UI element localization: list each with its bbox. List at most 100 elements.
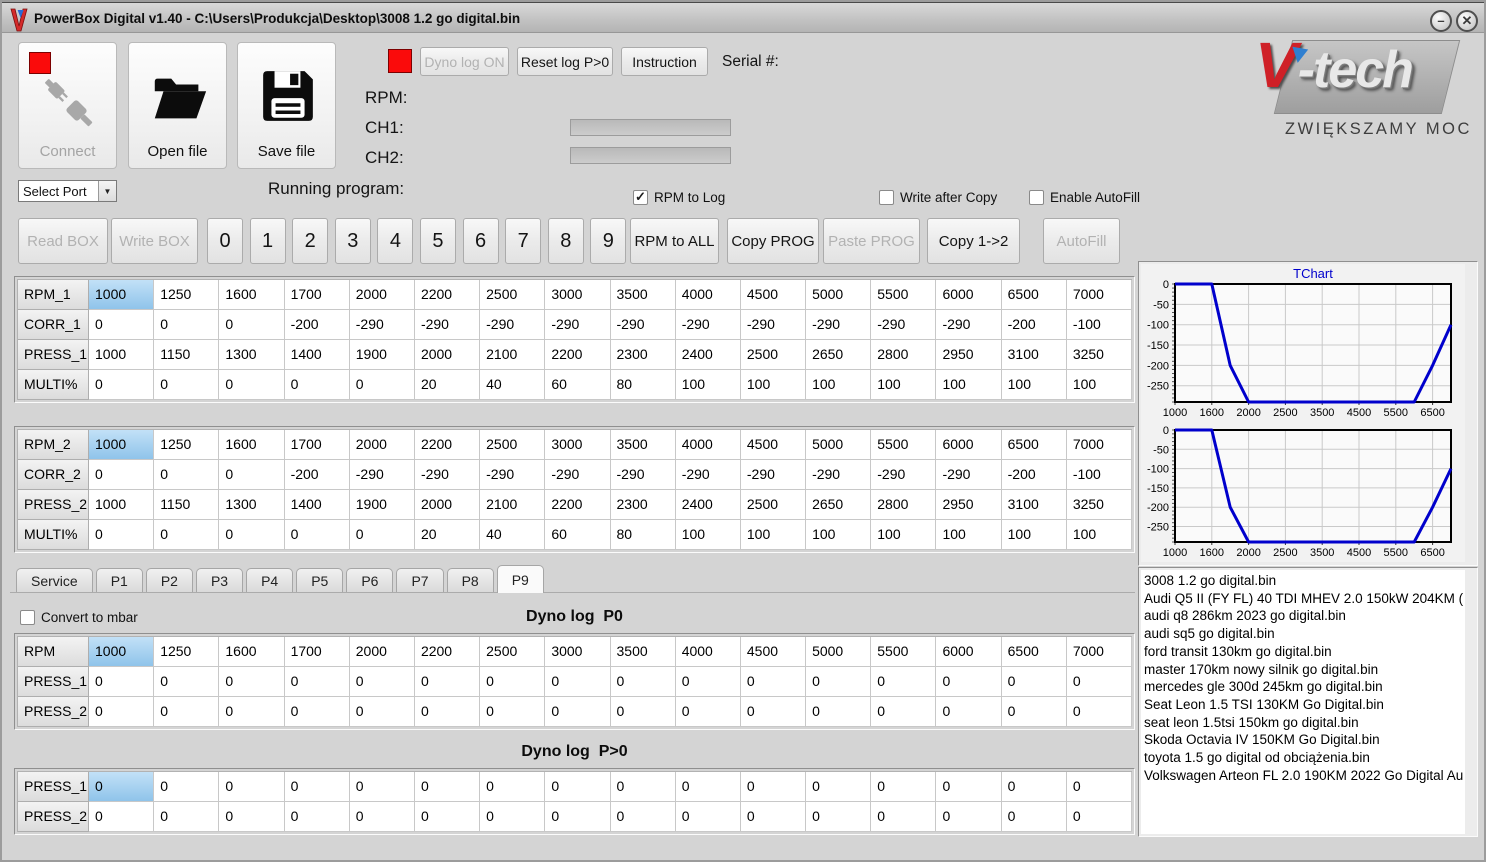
table-cell[interactable]: 0 xyxy=(545,667,611,697)
table-cell[interactable]: 0 xyxy=(1066,667,1132,697)
table-cell[interactable]: 2500 xyxy=(740,490,807,520)
write-box-button[interactable]: Write BOX xyxy=(111,218,198,264)
table-cell[interactable]: 0 xyxy=(1001,802,1067,832)
minimize-button[interactable]: – xyxy=(1430,10,1452,32)
table-cell[interactable]: -200 xyxy=(1001,310,1067,340)
table-cell[interactable]: 0 xyxy=(219,460,285,490)
table-cell[interactable]: 2500 xyxy=(740,340,807,370)
rpm-to-all-button[interactable]: RPM to ALL xyxy=(630,218,719,264)
table-cell[interactable]: 0 xyxy=(1001,667,1067,697)
table-cell[interactable]: 1300 xyxy=(219,490,285,520)
table-cell[interactable]: 0 xyxy=(545,697,611,727)
list-item[interactable]: 3008 1.2 go digital.bin xyxy=(1141,572,1465,590)
table-cell[interactable]: 6500 xyxy=(1001,280,1067,310)
table-cell[interactable]: -290 xyxy=(480,460,546,490)
table-cell[interactable]: 3100 xyxy=(1001,340,1067,370)
table-cell[interactable]: 2650 xyxy=(806,340,872,370)
program-number-button-7[interactable]: 7 xyxy=(505,218,542,264)
table-cell[interactable]: -290 xyxy=(349,460,415,490)
table-cell[interactable]: 0 xyxy=(871,802,937,832)
program-number-button-9[interactable]: 9 xyxy=(590,218,627,264)
list-item[interactable]: audi q8 286km 2023 go digital.bin xyxy=(1141,607,1465,625)
table-cell[interactable]: 0 xyxy=(154,772,220,802)
table-cell[interactable]: -200 xyxy=(284,310,350,340)
table-cell[interactable]: 0 xyxy=(414,697,481,727)
table-cell[interactable]: 3250 xyxy=(1066,490,1132,520)
tab-p8[interactable]: P8 xyxy=(446,568,494,593)
table-cell[interactable]: 7000 xyxy=(1066,637,1132,667)
list-item[interactable]: mercedes gle 300d 245km go digital.bin xyxy=(1141,678,1465,696)
table-cell[interactable]: 100 xyxy=(740,520,807,550)
table-cell[interactable]: 0 xyxy=(545,772,611,802)
table-cell[interactable]: 2000 xyxy=(349,280,415,310)
table-cell[interactable]: 0 xyxy=(675,772,741,802)
table-cell[interactable]: 0 xyxy=(89,460,155,490)
table-cell[interactable]: 0 xyxy=(480,772,546,802)
table-cell[interactable]: 6000 xyxy=(936,637,1002,667)
table-cell[interactable]: 0 xyxy=(89,370,155,400)
table-cell[interactable]: -290 xyxy=(545,310,611,340)
table-cell[interactable]: -290 xyxy=(349,310,415,340)
table-cell[interactable]: 0 xyxy=(610,772,676,802)
table-cell[interactable]: 2000 xyxy=(414,340,481,370)
table-cell[interactable]: 20 xyxy=(414,520,481,550)
table-cell[interactable]: 2100 xyxy=(480,340,546,370)
table-cell[interactable]: 0 xyxy=(349,520,415,550)
dyno-log-on-button[interactable]: Dyno log ON xyxy=(420,47,509,76)
tab-p6[interactable]: P6 xyxy=(346,568,394,593)
table-cell[interactable]: 2200 xyxy=(414,430,481,460)
table-cell[interactable]: 6500 xyxy=(1001,637,1067,667)
table-cell[interactable]: 0 xyxy=(89,802,155,832)
table-cell[interactable]: 5000 xyxy=(806,637,872,667)
select-port-dropdown[interactable]: Select Port ▼ xyxy=(18,180,117,202)
table-cell[interactable]: 0 xyxy=(936,802,1002,832)
table-cell[interactable]: 1900 xyxy=(349,340,415,370)
table-cell[interactable]: 100 xyxy=(1001,370,1067,400)
table-cell[interactable]: 2400 xyxy=(675,490,741,520)
tab-p3[interactable]: P3 xyxy=(195,568,244,593)
table-cell[interactable]: 2100 xyxy=(480,490,546,520)
table-cell[interactable]: 0 xyxy=(349,697,415,727)
table-cell[interactable]: 0 xyxy=(675,697,741,727)
table-cell[interactable]: 0 xyxy=(610,802,676,832)
list-item[interactable]: ford transit 130km go digital.bin xyxy=(1141,643,1465,661)
table-cell[interactable]: 40 xyxy=(480,520,546,550)
table-cell[interactable]: 0 xyxy=(740,697,807,727)
table-cell[interactable]: 0 xyxy=(675,802,741,832)
close-button[interactable]: ✕ xyxy=(1456,10,1478,32)
table-cell[interactable]: 1000 xyxy=(89,637,155,667)
tab-p4[interactable]: P4 xyxy=(246,568,294,593)
table-cell[interactable]: 1000 xyxy=(89,430,155,460)
table-cell[interactable]: 0 xyxy=(740,772,807,802)
table-cell[interactable]: 1300 xyxy=(219,340,285,370)
table-cell[interactable]: 0 xyxy=(545,802,611,832)
table-cell[interactable]: 6500 xyxy=(1001,430,1067,460)
table-cell[interactable]: 40 xyxy=(480,370,546,400)
table-cell[interactable]: 6000 xyxy=(936,280,1002,310)
table-cell[interactable]: 100 xyxy=(1066,520,1132,550)
table-cell[interactable]: 6000 xyxy=(936,430,1002,460)
table-cell[interactable]: 5500 xyxy=(871,430,937,460)
table-cell[interactable]: 0 xyxy=(871,667,937,697)
list-item[interactable]: Audi Q5 II (FY FL) 40 TDI MHEV 2.0 150kW… xyxy=(1141,590,1465,608)
table-cell[interactable]: 100 xyxy=(871,520,937,550)
table-cell[interactable]: 4500 xyxy=(740,430,807,460)
table-cell[interactable]: 2800 xyxy=(871,340,937,370)
table-cell[interactable]: 0 xyxy=(806,667,872,697)
file-listbox[interactable]: 3008 1.2 go digital.bin Audi Q5 II (FY FL… xyxy=(1141,570,1465,834)
table-cell[interactable]: 1000 xyxy=(89,340,155,370)
table-cell[interactable]: 1700 xyxy=(284,280,350,310)
table-cell[interactable]: 1000 xyxy=(89,280,155,310)
tab-p9[interactable]: P9 xyxy=(496,565,544,593)
tab-service[interactable]: Service xyxy=(16,568,93,593)
table-cell[interactable]: 2500 xyxy=(480,280,546,310)
table-cell[interactable]: 1250 xyxy=(154,430,220,460)
table-cell[interactable]: 1600 xyxy=(219,430,285,460)
table-cell[interactable]: 2200 xyxy=(545,340,611,370)
table-cell[interactable]: 0 xyxy=(89,310,155,340)
table-cell[interactable]: 0 xyxy=(610,697,676,727)
table-cell[interactable]: 2000 xyxy=(414,490,481,520)
table-cell[interactable]: 0 xyxy=(219,697,285,727)
table-cell[interactable]: 2300 xyxy=(610,340,676,370)
table-cell[interactable]: 0 xyxy=(349,802,415,832)
